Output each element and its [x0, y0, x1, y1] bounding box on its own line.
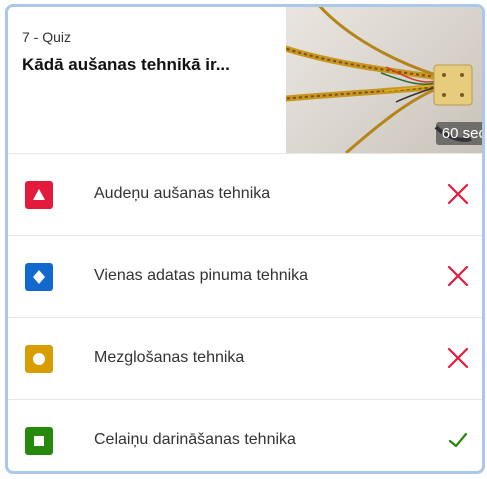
question-number: 7 - Quiz: [22, 29, 72, 45]
circle-icon: [25, 345, 53, 373]
answer-option-3[interactable]: Mezglošanas tehnika: [8, 318, 482, 400]
wrong-icon: [446, 264, 470, 288]
wrong-icon: [446, 182, 470, 206]
answer-option-4[interactable]: Celaiņu darināšanas tehnika: [8, 400, 482, 471]
answer-text: Mezglošanas tehnika: [94, 349, 245, 366]
question-title: Kādā aušanas tehnikā ir...: [22, 55, 230, 74]
question-image: 60 sec: [286, 7, 482, 153]
wrong-icon: [446, 346, 470, 370]
quiz-card: 7 - Quiz Kādā aušanas tehnikā ir... 60 s…: [5, 4, 485, 474]
answer-text: Audeņu aušanas tehnika: [94, 185, 271, 202]
answer-list: Audeņu aušanas tehnika Vienas adatas pin…: [8, 154, 482, 471]
correct-check-icon: [446, 428, 470, 452]
square-icon: [25, 427, 53, 455]
answer-option-1[interactable]: Audeņu aušanas tehnika: [8, 154, 482, 236]
triangle-icon: [25, 181, 53, 209]
question-header: 7 - Quiz Kādā aušanas tehnikā ir... 60 s…: [8, 7, 482, 154]
diamond-icon: [25, 263, 53, 291]
answer-option-2[interactable]: Vienas adatas pinuma tehnika: [8, 236, 482, 318]
answer-text: Celaiņu darināšanas tehnika: [94, 431, 296, 448]
timer-badge: 60 sec: [435, 122, 482, 145]
answer-text: Vienas adatas pinuma tehnika: [94, 267, 309, 284]
